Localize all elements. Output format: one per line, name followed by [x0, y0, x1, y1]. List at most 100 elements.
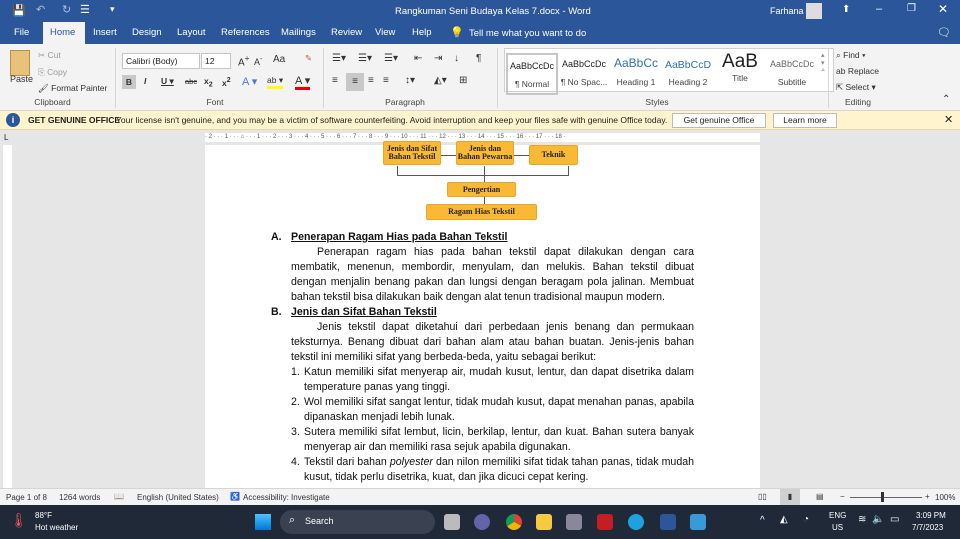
clock-date[interactable]: 7/7/2023: [912, 523, 943, 532]
paste-icon[interactable]: [10, 50, 30, 76]
italic-button[interactable]: I: [144, 76, 146, 86]
task-view-icon[interactable]: [444, 514, 460, 530]
tray-icon[interactable]: ◭: [780, 514, 788, 525]
edge-icon[interactable]: [628, 514, 644, 530]
tab-view[interactable]: View: [367, 22, 403, 44]
read-mode-icon[interactable]: ▯▯: [758, 492, 767, 501]
chrome-icon[interactable]: [506, 514, 522, 530]
font-name-select[interactable]: Calibri (Body): [122, 53, 200, 69]
format-painter-button[interactable]: 🖌 Format Painter: [38, 83, 107, 94]
change-case-button[interactable]: Aa: [273, 54, 285, 65]
style-normal[interactable]: AaBbCcDc ¶ Normal: [506, 53, 558, 95]
select-button[interactable]: ⇱ Select ▾: [836, 82, 876, 93]
tab-file[interactable]: File: [6, 22, 37, 44]
web-layout-icon[interactable]: ▤: [816, 492, 824, 501]
clock-time[interactable]: 3:09 PM: [916, 511, 946, 520]
multilevel-list-icon[interactable]: ☰▾: [384, 53, 398, 64]
underline-button[interactable]: U ▾: [161, 76, 174, 87]
undo-icon[interactable]: ↶: [36, 3, 45, 16]
copy-button[interactable]: ⎘ Copy: [38, 67, 67, 78]
proofing-icon[interactable]: 📖: [114, 492, 124, 501]
sort-icon[interactable]: ↓: [454, 53, 459, 64]
gallery-scroll-icon[interactable]: ▴ ▾ ⩡: [821, 51, 825, 75]
grow-font-button[interactable]: A+: [238, 53, 250, 68]
close-message-icon[interactable]: ✕: [944, 113, 953, 126]
restore-icon[interactable]: ❐: [907, 3, 916, 14]
zoom-level[interactable]: 100%: [935, 493, 955, 502]
decrease-indent-icon[interactable]: ⇤: [414, 53, 422, 64]
superscript-button[interactable]: x2: [222, 76, 231, 88]
calculator-icon[interactable]: [566, 514, 582, 530]
start-icon[interactable]: [255, 514, 271, 530]
zoom-slider-thumb[interactable]: [881, 492, 884, 502]
save-icon[interactable]: 💾: [12, 4, 26, 17]
language[interactable]: English (United States): [137, 493, 219, 502]
strikethrough-button[interactable]: abc: [185, 77, 197, 86]
justify-icon[interactable]: ≡: [383, 75, 389, 86]
document-page[interactable]: Jenis dan Sifat Bahan Tekstil Jenis dan …: [205, 141, 760, 488]
tab-review[interactable]: Review: [323, 22, 370, 44]
tab-insert[interactable]: Insert: [85, 22, 125, 44]
comments-icon[interactable]: 🗨: [937, 26, 951, 39]
zoom-out-button[interactable]: −: [840, 492, 845, 501]
tab-design[interactable]: Design: [124, 22, 170, 44]
customize-qat-icon[interactable]: ▾: [110, 4, 115, 15]
print-layout-icon[interactable]: ▮: [780, 489, 800, 505]
font-color-icon[interactable]: A ▾: [295, 74, 311, 90]
zoom-slider[interactable]: [850, 497, 922, 498]
redo-icon[interactable]: ↻: [62, 3, 71, 16]
show-hidden-icons[interactable]: ^: [760, 515, 765, 526]
get-genuine-office-button[interactable]: Get genuine Office: [672, 113, 766, 128]
search-box[interactable]: ⌕ Search: [280, 510, 435, 534]
shrink-font-button[interactable]: A-: [254, 54, 263, 67]
clear-formatting-icon[interactable]: ✎: [305, 53, 312, 64]
tab-mailings[interactable]: Mailings: [273, 22, 324, 44]
bold-button[interactable]: B: [122, 75, 136, 89]
tab-help[interactable]: Help: [404, 22, 440, 44]
align-left-icon[interactable]: ≡: [332, 75, 338, 86]
tab-home[interactable]: Home: [43, 22, 85, 44]
show-marks-icon[interactable]: ¶: [476, 53, 481, 64]
word-count[interactable]: 1264 words: [59, 493, 100, 502]
volume-icon[interactable]: 🔈: [872, 514, 884, 525]
app-icon[interactable]: [597, 514, 613, 530]
align-right-icon[interactable]: ≡: [368, 75, 374, 86]
language-region[interactable]: US: [832, 523, 843, 532]
wifi-icon[interactable]: ≋: [858, 514, 866, 525]
bullets-icon[interactable]: ☰▾: [332, 53, 346, 64]
subscript-button[interactable]: x2: [204, 76, 213, 89]
style-heading-1[interactable]: AaBbCc Heading 1: [610, 49, 662, 91]
borders-icon[interactable]: ⊞: [459, 75, 467, 86]
weather-desc[interactable]: Hot weather: [35, 523, 78, 532]
shading-icon[interactable]: ◭▾: [434, 75, 447, 86]
learn-more-button[interactable]: Learn more: [773, 113, 837, 128]
tab-selector-icon[interactable]: L: [4, 133, 8, 142]
collapse-ribbon-icon[interactable]: ⌃: [942, 94, 950, 105]
close-icon[interactable]: ✕: [938, 2, 948, 16]
tab-references[interactable]: References: [213, 22, 278, 44]
line-spacing-icon[interactable]: ↕▾: [405, 75, 415, 86]
style-subtitle[interactable]: AaBbCcDc Subtitle: [766, 49, 818, 91]
cut-button[interactable]: ✂ Cut: [38, 50, 61, 61]
file-explorer-icon[interactable]: [536, 514, 552, 530]
ribbon-display-icon[interactable]: ⬆: [842, 4, 850, 15]
text-effects-icon[interactable]: A ▾: [242, 75, 257, 88]
replace-button[interactable]: ab Replace: [836, 66, 879, 76]
language-code[interactable]: ENG: [829, 511, 846, 520]
vertical-ruler[interactable]: [0, 145, 15, 488]
minimize-icon[interactable]: –: [876, 3, 882, 15]
font-size-select[interactable]: 12: [201, 53, 231, 69]
teams-icon[interactable]: [474, 514, 490, 530]
increase-indent-icon[interactable]: ⇥: [434, 53, 442, 64]
style-heading-2[interactable]: AaBbCcD Heading 2: [662, 49, 714, 91]
style-title[interactable]: AaB Title: [714, 49, 766, 91]
avatar[interactable]: [806, 3, 822, 19]
battery-icon[interactable]: ▭: [890, 514, 899, 525]
accessibility-status[interactable]: Accessibility: Investigate: [243, 493, 330, 502]
weather-temp[interactable]: 88°F: [35, 511, 52, 520]
style-no-spacing[interactable]: AaBbCcDc ¶ No Spac...: [558, 49, 610, 91]
page-count[interactable]: Page 1 of 8: [6, 493, 47, 502]
tell-me-input[interactable]: Tell me what you want to do: [469, 28, 586, 39]
line-spacing-icon[interactable]: ☰: [80, 3, 90, 16]
numbering-icon[interactable]: ☰▾: [358, 53, 372, 64]
